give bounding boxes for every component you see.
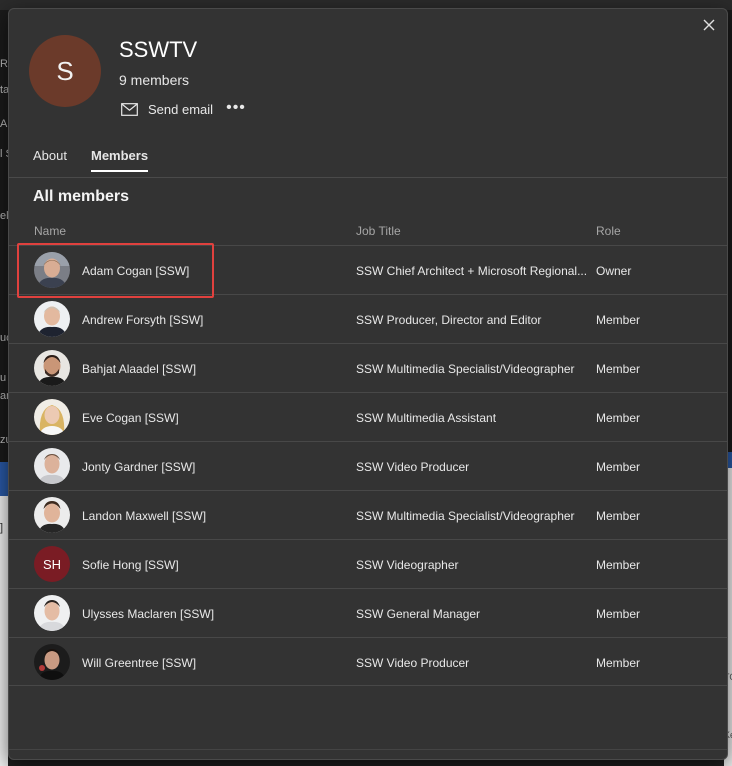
member-avatar-initials: SH — [34, 546, 70, 582]
member-name: Landon Maxwell [SSW] — [82, 509, 207, 523]
member-row[interactable]: Eve Cogan [SSW] SSW Multimedia Assistant… — [9, 392, 727, 441]
member-name: Ulysses Maclaren [SSW] — [82, 607, 215, 621]
member-name: Andrew Forsyth [SSW] — [82, 313, 204, 327]
member-row[interactable]: Andrew Forsyth [SSW] SSW Producer, Direc… — [9, 294, 727, 343]
background-text: R — [0, 58, 8, 70]
group-avatar-initial: S — [56, 55, 74, 86]
background-document-area — [0, 496, 8, 766]
member-role: Member — [596, 460, 641, 474]
column-header-role: Role — [596, 224, 621, 238]
member-role: Member — [596, 656, 641, 670]
dialog-bottom-divider — [9, 749, 727, 750]
member-row[interactable]: Adam Cogan [SSW] SSW Chief Architect + M… — [9, 245, 727, 294]
mail-icon — [121, 102, 138, 116]
member-name: Jonty Gardner [SSW] — [82, 460, 196, 474]
member-job-title: SSW Multimedia Specialist/Videographer — [356, 362, 575, 376]
group-members-dialog: S SSWTV 9 members Send email ••• About M… — [8, 8, 728, 760]
close-icon — [703, 19, 715, 31]
member-job-title: SSW General Manager — [356, 607, 481, 621]
member-name: Sofie Hong [SSW] — [82, 558, 179, 572]
member-row[interactable]: SH Sofie Hong [SSW] SSW Videographer Mem… — [9, 539, 727, 588]
member-avatar — [34, 350, 70, 386]
member-role: Member — [596, 509, 641, 523]
more-options-button[interactable]: ••• — [225, 99, 247, 117]
member-avatar — [34, 252, 70, 288]
section-title: All members — [33, 188, 130, 205]
members-list: Adam Cogan [SSW] SSW Chief Architect + M… — [9, 245, 727, 686]
member-name: Will Greentree [SSW] — [82, 656, 197, 670]
member-name: Bahjat Alaadel [SSW] — [82, 362, 197, 376]
member-row[interactable]: Will Greentree [SSW] SSW Video Producer … — [9, 637, 727, 686]
member-job-title: SSW Videographer — [356, 558, 459, 572]
member-job-title: SSW Video Producer — [356, 460, 470, 474]
member-count: 9 members — [119, 72, 190, 88]
member-initials: SH — [42, 556, 62, 572]
member-job-title: SSW Video Producer — [356, 656, 470, 670]
member-role: Member — [596, 362, 641, 376]
tab-members[interactable]: Members — [90, 148, 149, 172]
more-options-icon: ••• — [226, 99, 246, 116]
column-header-name: Name — [34, 224, 67, 238]
member-job-title: SSW Chief Architect + Microsoft Regional… — [356, 264, 588, 278]
member-row[interactable]: Ulysses Maclaren [SSW] SSW General Manag… — [9, 588, 727, 637]
background-text: ] — [0, 522, 4, 534]
send-email-button[interactable]: Send email — [121, 99, 213, 119]
column-header-job-title: Job Title — [356, 224, 401, 238]
member-role: Member — [596, 607, 641, 621]
member-job-title: SSW Multimedia Assistant — [356, 411, 497, 425]
tab-divider — [9, 177, 727, 178]
member-avatar — [34, 644, 70, 680]
group-avatar: S — [29, 35, 101, 107]
send-email-label: Send email — [148, 101, 214, 117]
member-role: Member — [596, 558, 641, 572]
member-row[interactable]: Bahjat Alaadel [SSW] SSW Multimedia Spec… — [9, 343, 727, 392]
background-blue-band — [0, 462, 8, 496]
member-name: Adam Cogan [SSW] — [82, 264, 190, 278]
background-text: A — [0, 118, 8, 130]
tab-bar: About Members — [33, 148, 149, 172]
member-role: Member — [596, 411, 641, 425]
member-role: Owner — [596, 264, 632, 278]
member-row[interactable]: Jonty Gardner [SSW] SSW Video Producer M… — [9, 441, 727, 490]
member-avatar — [34, 595, 70, 631]
member-role: Member — [596, 313, 641, 327]
group-name: SSWTV — [119, 37, 198, 62]
background-text: u — [0, 372, 7, 384]
member-row[interactable]: Landon Maxwell [SSW] SSW Multimedia Spec… — [9, 490, 727, 539]
member-name: Eve Cogan [SSW] — [82, 411, 179, 425]
member-job-title: SSW Producer, Director and Editor — [356, 313, 542, 327]
member-avatar — [34, 399, 70, 435]
close-button[interactable] — [697, 13, 721, 37]
member-avatar — [34, 448, 70, 484]
member-job-title: SSW Multimedia Specialist/Videographer — [356, 509, 575, 523]
member-avatar — [34, 301, 70, 337]
tab-about[interactable]: About — [33, 148, 67, 172]
member-avatar — [34, 497, 70, 533]
